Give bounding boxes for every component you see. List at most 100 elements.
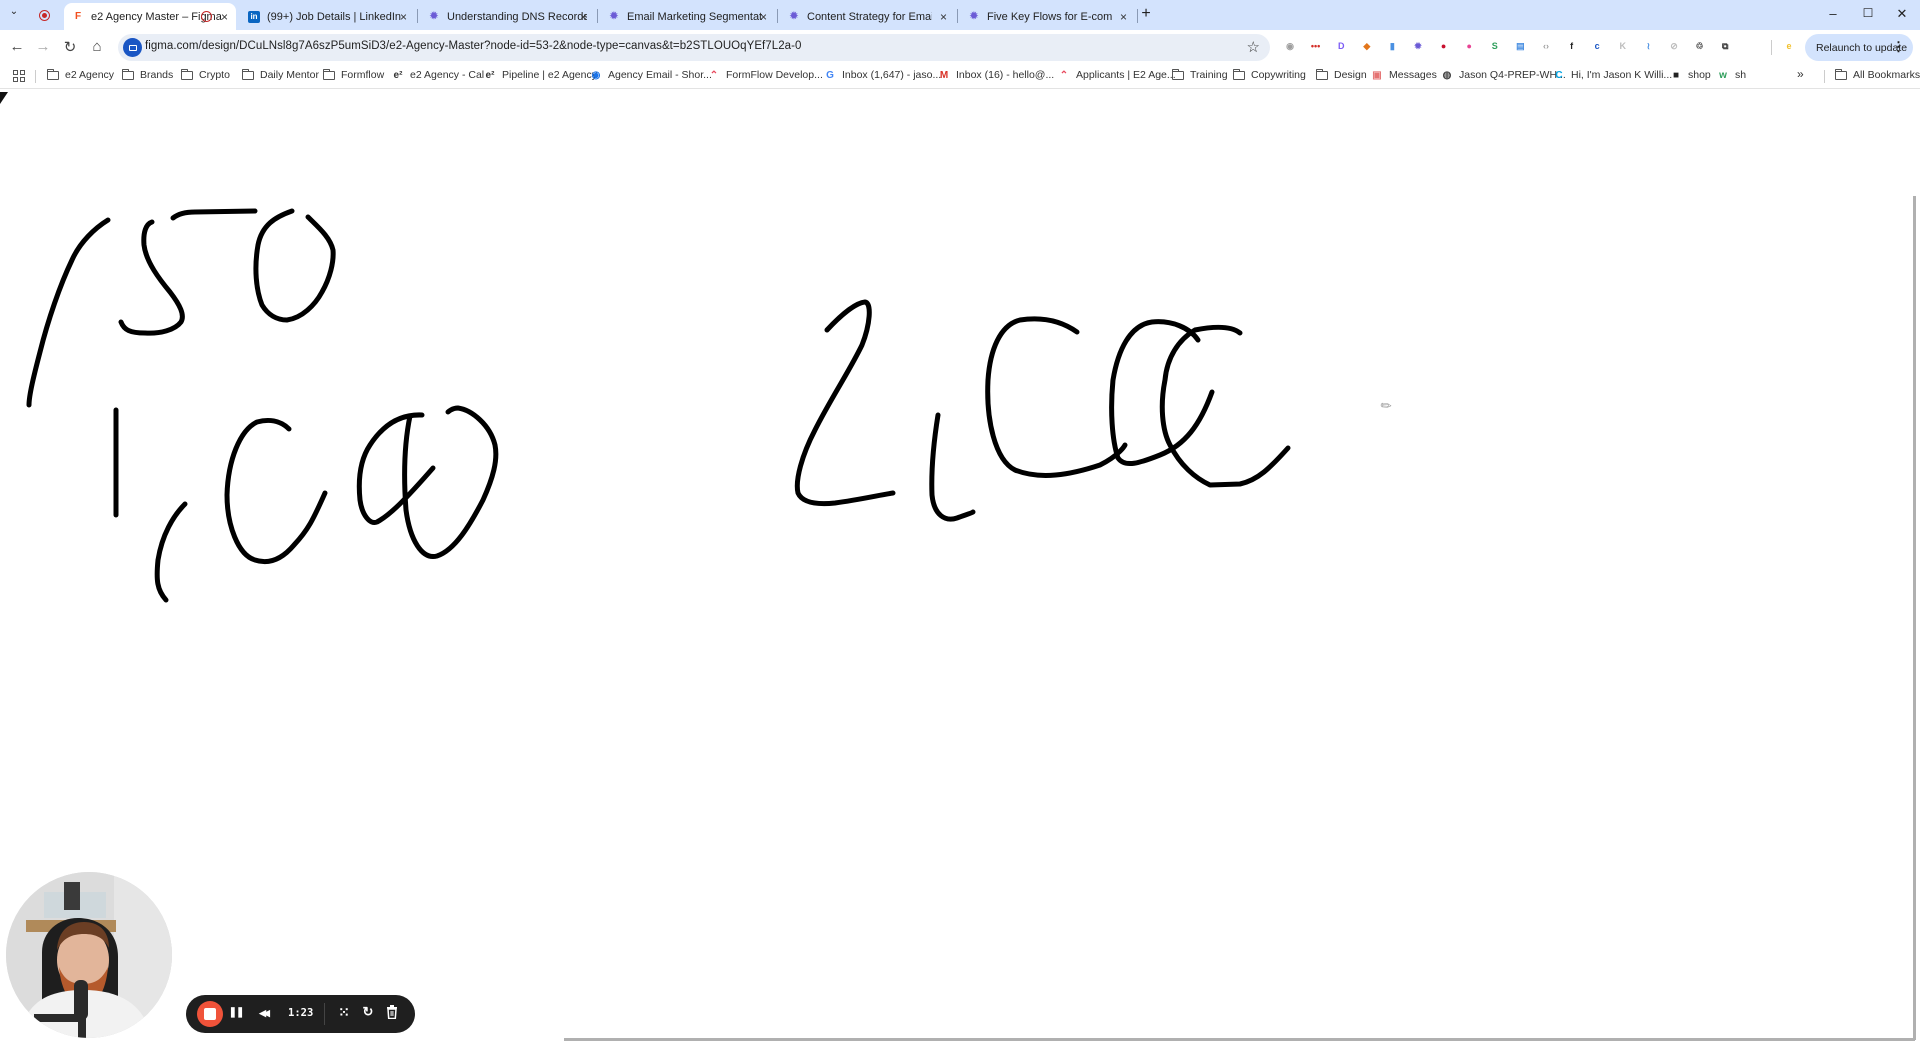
clipboard-extension-icon[interactable]: ▮ [1385,39,1399,53]
tab-strip: ⌄ F e2 Agency Master – Figma × in (99+) … [0,0,1920,30]
stop-recording-button[interactable] [197,1001,223,1027]
tab-dns-records[interactable]: ✹ Understanding DNS Records 📊 × [420,3,595,30]
tab-label: (99+) Job Details | LinkedIn [267,10,402,23]
bookmark-brands[interactable]: Brands [121,68,173,81]
bookmark-formflow-develop[interactable]: ⌃ FormFlow Develop... [708,69,823,81]
bookmark-label: Training [1190,69,1228,81]
tab-linkedin[interactable]: in (99+) Job Details | LinkedIn × [240,3,415,30]
gmail-icon: M [939,69,949,81]
bookmark-label: Formflow [341,69,385,81]
messages-icon: ▣ [1372,69,1382,81]
new-tab-button[interactable]: + [1136,5,1156,23]
close-tab-icon[interactable]: × [221,10,228,24]
figma-canvas[interactable] [0,90,1920,1044]
site-info-icon[interactable] [123,38,142,57]
delete-recording-button[interactable] [384,1005,400,1022]
bookmark-star-icon[interactable]: ☆ [1247,38,1260,56]
lastpass-extension-icon[interactable]: ••• [1309,39,1323,53]
compass-extension-icon[interactable]: ⊘ [1667,39,1681,53]
bookmark-inbox-1-647-jaso[interactable]: G Inbox (1,647) - jaso... [824,69,941,81]
recorder-extension-icon[interactable]: ● [1437,39,1451,53]
bookmark-shop[interactable]: ■ shop [1670,69,1711,81]
whatsapp-extension-icon[interactable]: S [1488,39,1502,53]
wave-extension-icon[interactable]: ≀ [1641,39,1655,53]
stop-icon [204,1008,216,1020]
bookmark-hi-i-m-jason-k-willi[interactable]: C Hi, I'm Jason K Willi... [1553,69,1672,81]
grid-button[interactable]: ⁙ [336,1004,352,1021]
close-tab-icon[interactable]: × [400,10,407,24]
window-extension-icon[interactable]: ▤ [1513,39,1527,53]
bookmark-label: Crypto [199,69,230,81]
recording-timer: 1:23 [288,1007,314,1019]
vertical-scrollbar[interactable] [1913,196,1916,1040]
address-bar[interactable]: figma.com/design/DCuLNsl8g7A6szP5umSiD3/… [118,34,1270,61]
bookmark-e2-agency[interactable]: e2 Agency [46,68,114,81]
close-tab-icon[interactable]: × [580,10,587,24]
reload-button[interactable]: ↻ [60,38,80,56]
bookmark-daily-mentor[interactable]: Daily Mentor [241,68,319,81]
webcam-bubble[interactable] [6,872,172,1038]
forward-button[interactable]: → [33,38,53,55]
minimize-button[interactable]: – [1823,6,1843,21]
clickup-icon: ⌃ [1059,69,1069,81]
bookmark-agency-email-shor[interactable]: ◉ Agency Email - Shor... [590,69,712,81]
font-extension-icon[interactable]: f [1565,39,1579,53]
bookmark-design[interactable]: Design [1315,68,1367,81]
url-text[interactable]: figma.com/design/DCuLNsl8g7A6szP5umSiD3/… [145,40,801,52]
tab-separator [417,9,418,23]
close-tab-icon[interactable]: × [940,10,947,24]
grey-k-extension-icon[interactable]: K [1616,39,1630,53]
bookmark-crypto[interactable]: Crypto [180,68,230,81]
rewind-button[interactable]: ◀◀ [252,1008,274,1019]
profile-extension-icon[interactable]: e [1782,39,1796,53]
bookmark-label: FormFlow Develop... [726,69,823,81]
home-button[interactable]: ⌂ [87,38,107,55]
folder-icon [121,68,134,80]
restart-button[interactable]: ↻ [360,1004,376,1020]
apps-grid-icon[interactable] [13,70,25,82]
bookmark-pipeline-e2-agency[interactable]: e² Pipeline | e2 Agency [484,69,597,81]
close-window-button[interactable]: ✕ [1892,6,1912,22]
bookmark-formflow[interactable]: Formflow [322,68,385,81]
all-bookmarks-button[interactable]: All Bookmarks [1834,68,1920,81]
tab-email-segmentation[interactable]: ✹ Email Marketing Segmentation × [600,3,775,30]
d-extension-icon[interactable]: D [1334,39,1348,53]
tab-figma[interactable]: F e2 Agency Master – Figma × [64,3,236,30]
horizontal-scrollbar[interactable] [564,1038,1915,1041]
bookmark-applicants-e2-age[interactable]: ⌃ Applicants | E2 Age... [1058,69,1176,81]
bookmarks-separator [35,70,36,83]
tab-search-chevron-icon[interactable]: ⌄ [4,6,24,17]
globe-icon: ◍ [1442,69,1452,81]
metamask-extension-icon[interactable]: ◆ [1360,39,1374,53]
tab-content-strategy[interactable]: ✹ Content Strategy for Email Mar × [780,3,955,30]
gear-extension-icon[interactable]: ✹ [1411,39,1425,53]
tab-five-key-flows[interactable]: ✹ Five Key Flows for E-commerce × [960,3,1135,30]
camera-extension-icon[interactable]: ◉ [1283,39,1297,53]
back-button[interactable]: ← [7,38,27,55]
bookmark-messages[interactable]: ▣ Messages [1371,69,1437,81]
close-tab-icon[interactable]: × [1120,10,1127,24]
relaunch-to-update-button[interactable]: Relaunch to update ⋮ [1805,34,1913,61]
maximize-button[interactable]: ☐ [1858,6,1878,20]
bookmark-label: Daily Mentor [260,69,319,81]
bookmark-e2-agency-cal[interactable]: e² e2 Agency - Cal [392,69,485,81]
bookmark-jason-q4-prep-wh[interactable]: ◍ Jason Q4-PREP-WH... [1441,69,1566,81]
tab-separator [777,9,778,23]
agency-icon: ◉ [591,69,601,81]
recycle-extension-icon[interactable]: ♲ [1693,39,1707,53]
bookmark-copywriting[interactable]: Copywriting [1232,68,1306,81]
folder-icon [1315,68,1328,80]
bookmark-training[interactable]: Training [1171,68,1228,81]
bookmark-inbox-16-hello[interactable]: M Inbox (16) - hello@... [938,69,1054,81]
tab-label: Email Marketing Segmentation [627,10,762,23]
color-picker-extension-icon[interactable]: ● [1462,39,1476,53]
close-tab-icon[interactable]: × [760,10,767,24]
pause-button[interactable]: ❚❚ [228,1007,245,1018]
clickup-icon: ⌃ [709,69,719,81]
puzzle-extension-icon[interactable]: ⧉ [1718,39,1732,53]
blue-circle-extension-icon[interactable]: c [1590,39,1604,53]
bookmark-sh[interactable]: w sh [1717,69,1746,81]
code-extension-icon[interactable]: ‹› [1539,39,1553,53]
bookmarks-overflow-button[interactable]: » [1797,67,1804,81]
menu-dots-icon[interactable]: ⋮ [1892,39,1905,55]
